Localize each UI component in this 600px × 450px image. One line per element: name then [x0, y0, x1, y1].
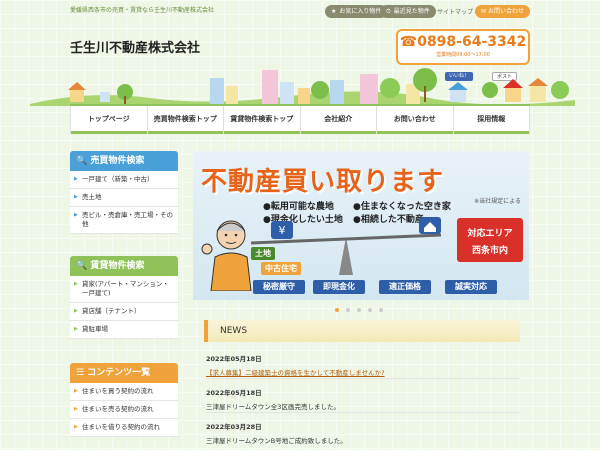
contents-list: 住まいを買う契約の流れ 住まいを売る契約の流れ 住まいを借りる契約の流れ	[70, 383, 178, 437]
sidebar-item-sell-flow[interactable]: 住まいを売る契約の流れ	[70, 401, 178, 419]
used-house-label: 中古住宅	[261, 262, 301, 275]
rent-search-heading: 🔍 賃貸物件検索	[70, 256, 178, 276]
sidebar-item-rent-house[interactable]: 貸家(アパート・マンション・一戸建て)	[70, 276, 178, 303]
favorites-label: お気に入り物件	[339, 8, 382, 15]
contents-title: コンテンツ一覧	[87, 368, 151, 378]
banner-note: ※当社規定による	[474, 198, 521, 205]
land-label: 土地	[251, 247, 275, 260]
rent-search-list: 貸家(アパート・マンション・一戸建て) 貸店舗（テナント） 貸駐車場	[70, 276, 178, 339]
search-icon: 🔍	[76, 261, 88, 271]
nav-rent-search[interactable]: 賃貸物件検索トップ	[224, 106, 301, 134]
banner-point: ●住まなくなった空き家	[353, 202, 451, 212]
banner-point: ●転用可能な農地	[263, 202, 334, 212]
sale-search-heading: 🔍 売買物件検索	[70, 151, 178, 171]
main-banner[interactable]: 不動産買い取ります ※当社規定による ●転用可能な農地 ●住まなくなった空き家 …	[193, 151, 529, 300]
sidebar-item-rent-shop[interactable]: 貸店舗（テナント）	[70, 303, 178, 321]
sidebar-item-parking[interactable]: 貸駐車場	[70, 321, 178, 339]
clock-icon: ⏱	[386, 8, 391, 15]
yen-icon: ¥	[279, 224, 286, 237]
star-icon: ★	[331, 8, 337, 15]
news-divider	[206, 412, 520, 413]
nav-recruit[interactable]: 採用情報	[453, 106, 530, 134]
slider-dot[interactable]	[346, 308, 350, 312]
service-area-label: 対応エリア	[467, 229, 513, 239]
banner-title: 不動産買い取ります	[201, 167, 445, 197]
news-link[interactable]: 【求人募集】二級建築士の資格を生かして不動産しませんか?	[206, 367, 520, 377]
business-hours: 営業時間09:00～17:00	[436, 52, 490, 58]
list-icon: ☰	[76, 368, 85, 378]
phone-icon: ☎	[399, 34, 418, 50]
sale-search-list: 一戸建て（新築・中古） 売土地 売ビル・売倉庫・売工場・その他	[70, 171, 178, 234]
news-date: 2022年05月18日	[206, 389, 262, 397]
recent-label: 最近見た物件	[393, 8, 430, 15]
sale-search-title: 売買物件検索	[90, 156, 145, 166]
site-tagline: 愛媛県西条市の売買・賃貸なら壬生川不動産株式会社	[70, 7, 215, 14]
news-date: 2022年03月28日	[206, 423, 262, 431]
sidebar-item-building[interactable]: 売ビル・売倉庫・売工場・その他	[70, 207, 178, 234]
phone-number-text: 0898-64-3342	[417, 34, 527, 50]
sidebar-item-house[interactable]: 一戸建て（新築・中古）	[70, 171, 178, 189]
news-divider	[206, 378, 520, 379]
town-illustration	[30, 68, 575, 106]
sidebar-item-land[interactable]: 売土地	[70, 189, 178, 207]
slider-dot[interactable]	[357, 308, 361, 312]
news-item: 2022年05月18日 三津屋ドリームタウン全3区画完売しました。	[206, 387, 520, 411]
sidebar-item-buy-flow[interactable]: 住まいを買う契約の流れ	[70, 383, 178, 401]
news-item: 2022年05月18日 【求人募集】二級建築士の資格を生かして不動産しませんか?	[206, 353, 520, 377]
rent-search-title: 賃貸物件検索	[90, 261, 145, 271]
contents-heading: ☰ コンテンツ一覧	[70, 363, 178, 383]
news-text: 三津屋ドリームタウンB号地ご成約致しました。	[206, 437, 347, 445]
slider-dot[interactable]	[335, 308, 339, 312]
global-nav: トップページ 売買物件検索トップ 賃貸物件検索トップ 会社紹介 お問い合わせ 採…	[70, 104, 530, 134]
sidebar-item-rent-flow[interactable]: 住まいを借りる契約の流れ	[70, 419, 178, 437]
news-date: 2022年05月18日	[206, 355, 262, 363]
top-strip: 愛媛県西条市の売買・賃貸なら壬生川不動産株式会社 ★ お気に入り物件 ⏱ 最近見た物…	[0, 0, 600, 22]
news-text: 三津屋ドリームタウン全3区画完売しました。	[206, 403, 340, 411]
feature-badge: 秘密厳守	[253, 280, 305, 294]
feature-badge: 即現金化	[313, 280, 365, 294]
recent-button[interactable]: ⏱ 最近見た物件	[380, 5, 436, 18]
slider-dot[interactable]	[368, 308, 372, 312]
nav-company[interactable]: 会社紹介	[300, 106, 377, 134]
company-logo[interactable]: 壬生川不動産株式会社	[70, 37, 200, 56]
nav-contact[interactable]: お問い合わせ	[377, 106, 454, 134]
mail-icon: ✉	[481, 8, 487, 15]
slider-dot[interactable]	[379, 308, 383, 312]
feature-badge: 適正価格	[379, 280, 431, 294]
service-area-box: 対応エリア 西条市内	[457, 218, 523, 262]
nav-top[interactable]: トップページ	[70, 106, 148, 134]
contact-top-button[interactable]: ✉ お問い合わせ	[475, 5, 530, 18]
news-heading: NEWS	[204, 320, 520, 342]
service-area-name: 西条市内	[471, 246, 508, 256]
feature-badge: 誠実対応	[445, 280, 497, 294]
nav-sale-search[interactable]: 売買物件検索トップ	[147, 106, 224, 134]
sitemap-link[interactable]: サイトマップ	[437, 7, 473, 16]
slider-dots	[335, 308, 383, 312]
search-icon: 🔍	[76, 156, 88, 166]
contact-top-label: お問い合わせ	[487, 8, 524, 15]
favorites-button[interactable]: ★ お気に入り物件	[325, 5, 388, 18]
news-item: 2022年03月28日 三津屋ドリームタウンB号地ご成約致しました。	[206, 421, 520, 445]
phone-number: ☎0898-64-3342	[398, 34, 528, 50]
